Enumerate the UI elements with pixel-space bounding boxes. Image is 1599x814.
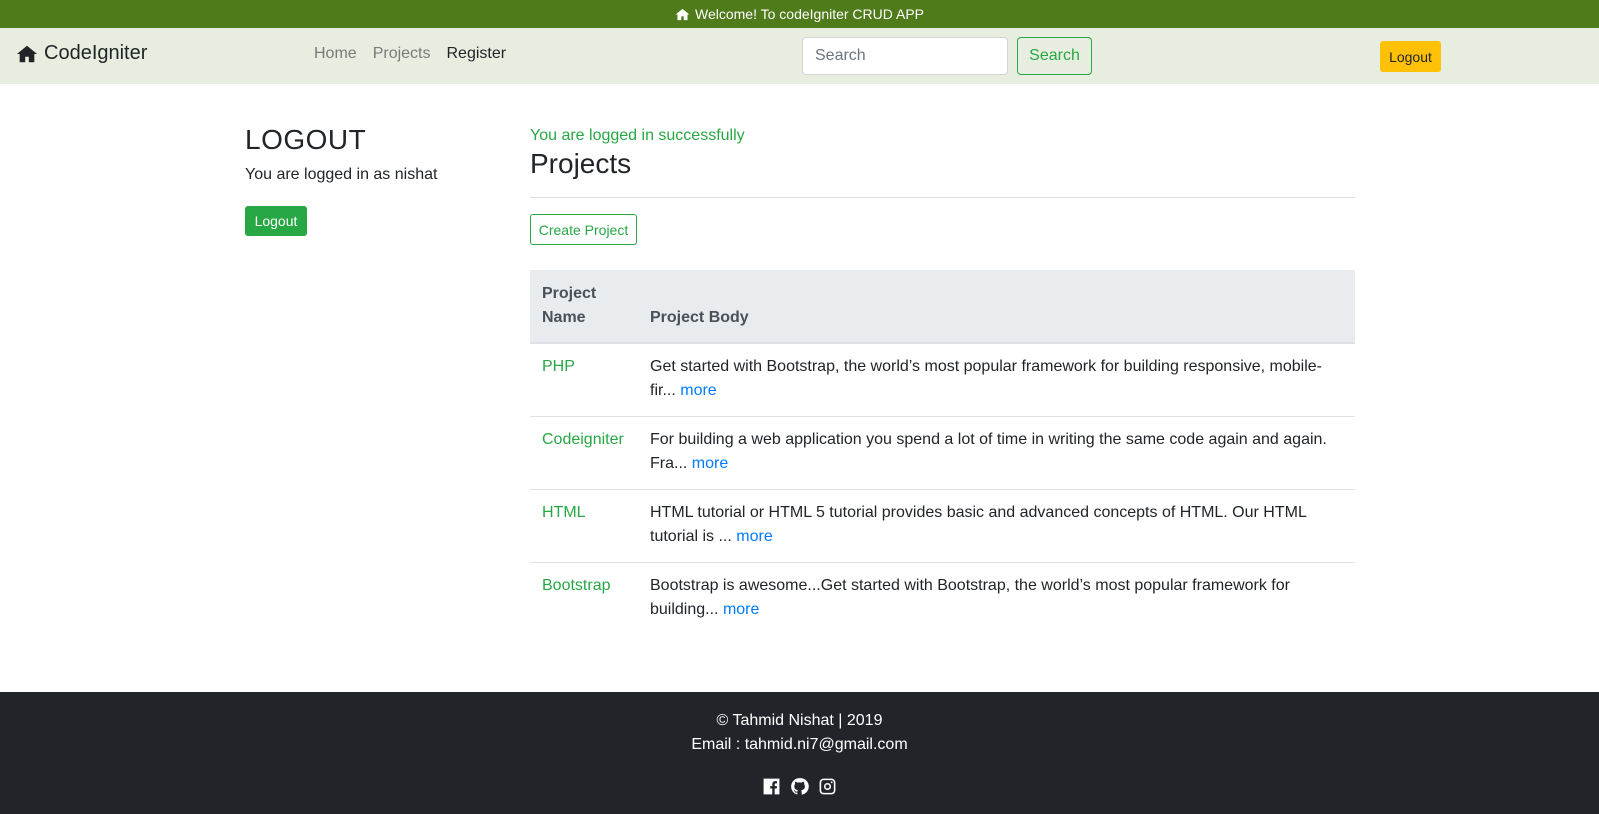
home-icon	[675, 8, 690, 20]
nav-link-register[interactable]: Register	[446, 45, 506, 63]
search-input[interactable]	[802, 37, 1008, 75]
nav-link-home[interactable]: Home	[314, 45, 357, 63]
project-body: For building a web application you spend…	[638, 415, 1355, 489]
project-name-link[interactable]: HTML	[530, 488, 638, 562]
table-header-row: Project Name Project Body	[530, 270, 1355, 344]
column-header-project-name: Project Name	[530, 270, 638, 344]
column-header-project-body: Project Body	[638, 270, 1355, 344]
welcome-text: Welcome! To codeIgniter CRUD APP	[694, 6, 925, 22]
footer: © Tahmid Nishat | 2019 Email : tahmid.ni…	[0, 692, 1599, 814]
project-body: HTML tutorial or HTML 5 tutorial provide…	[638, 488, 1355, 562]
projects-table: Project Name Project Body PHP Get starte…	[530, 270, 1355, 635]
footer-copyright: © Tahmid Nishat | 2019	[716, 712, 883, 729]
divider	[530, 197, 1355, 198]
nav-link-projects[interactable]: Projects	[373, 45, 431, 63]
nav-links: Home Projects Register	[314, 45, 506, 63]
flash-message: You are logged in successfully	[530, 127, 745, 144]
navbar: CodeIgniter Home Projects Register Searc…	[0, 28, 1599, 84]
logged-in-as-text: You are logged in as nishat	[245, 166, 438, 183]
project-body: Get started with Bootstrap, the world’s …	[638, 343, 1355, 416]
search-button[interactable]: Search	[1017, 37, 1092, 75]
project-name-link[interactable]: Codeigniter	[530, 415, 638, 489]
project-name-link[interactable]: Bootstrap	[530, 561, 638, 635]
sidebar-logout-button[interactable]: Logout	[245, 206, 307, 236]
github-icon[interactable]	[790, 777, 809, 796]
welcome-banner: Welcome! To codeIgniter CRUD APP	[0, 0, 1599, 28]
more-link[interactable]: more	[680, 382, 716, 399]
navbar-logout-button[interactable]: Logout	[1380, 41, 1441, 72]
more-link[interactable]: more	[723, 601, 759, 618]
page-title: Projects	[530, 148, 632, 179]
sidebar-title: LOGOUT	[245, 124, 367, 155]
home-icon	[16, 45, 38, 62]
table-row: PHP Get started with Bootstrap, the worl…	[530, 343, 1355, 416]
more-link[interactable]: more	[736, 528, 772, 545]
social-links	[0, 777, 1599, 796]
project-body-text: For building a web application you spend…	[650, 430, 1327, 472]
project-body-text: Get started with Bootstrap, the world’s …	[650, 358, 1323, 399]
facebook-icon[interactable]	[762, 777, 781, 796]
main-content: LOGOUT You are logged in as nishat Logou…	[0, 84, 1599, 692]
footer-email: Email : tahmid.ni7@gmail.com	[691, 736, 908, 753]
instagram-icon[interactable]	[818, 777, 837, 796]
brand-link[interactable]: CodeIgniter	[16, 42, 147, 65]
project-name-link[interactable]: PHP	[530, 343, 638, 416]
table-row: Codeigniter For building a web applicati…	[530, 415, 1355, 489]
table-row: HTML HTML tutorial or HTML 5 tutorial pr…	[530, 488, 1355, 562]
more-link[interactable]: more	[692, 455, 728, 472]
table-row: Bootstrap Bootstrap is awesome...Get sta…	[530, 561, 1355, 635]
project-body: Bootstrap is awesome...Get started with …	[638, 561, 1355, 635]
brand-name: CodeIgniter	[44, 42, 148, 64]
create-project-button[interactable]: Create Project	[530, 214, 637, 245]
